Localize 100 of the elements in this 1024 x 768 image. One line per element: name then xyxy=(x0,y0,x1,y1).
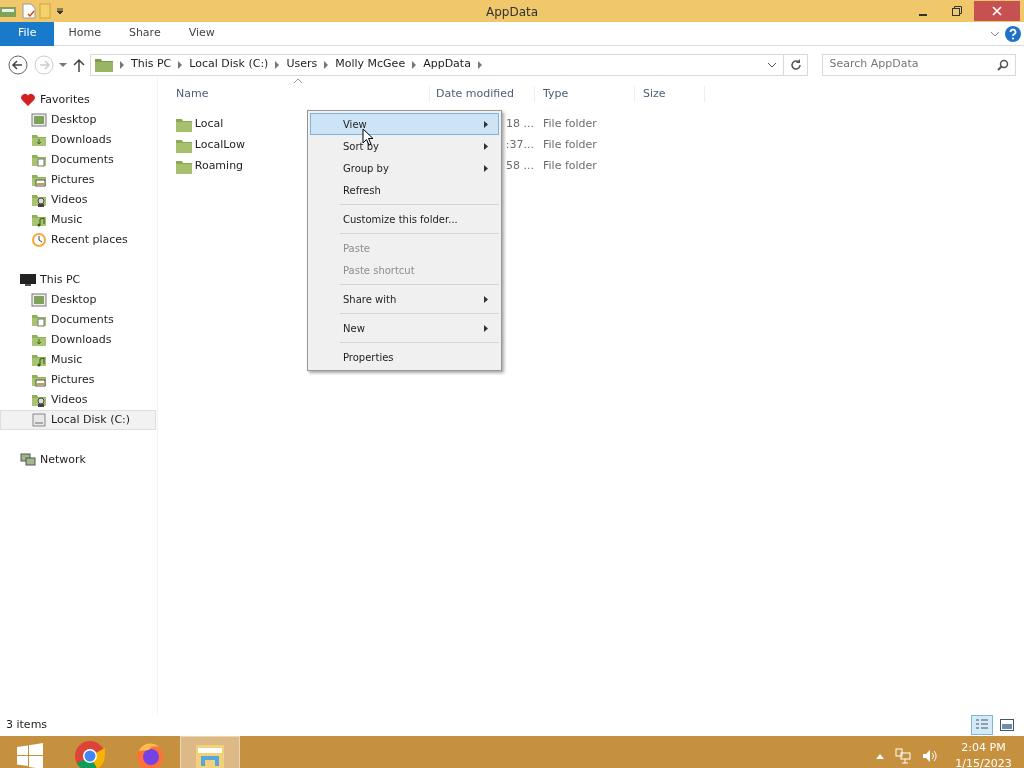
videos-folder-icon xyxy=(31,192,47,208)
nav-item[interactable]: Videos xyxy=(0,390,156,410)
folder-icon xyxy=(176,159,192,174)
firefox-icon xyxy=(135,741,165,768)
breadcrumb-link[interactable]: This PC xyxy=(131,56,172,73)
nav-item[interactable]: Downloads xyxy=(0,330,156,350)
picture-icon xyxy=(1000,719,1014,731)
menu-item[interactable]: Group by xyxy=(310,157,499,179)
nav-item[interactable]: Documents xyxy=(0,150,156,170)
table-cell-text: File folder xyxy=(542,116,598,133)
chevron-icon xyxy=(119,60,125,69)
drive-icon xyxy=(31,412,47,428)
nav-item[interactable]: Pictures xyxy=(0,370,156,390)
column-header[interactable]: Date modified xyxy=(430,85,535,103)
table-cell-text: :37... xyxy=(504,137,535,154)
nav-item[interactable]: This PC xyxy=(0,270,157,290)
nav-item[interactable]: Desktop xyxy=(0,290,156,310)
table-cell-text: 18 ... xyxy=(505,116,535,133)
up-icon[interactable] xyxy=(72,57,85,72)
speaker-icon[interactable] xyxy=(921,748,938,764)
taskbar-button[interactable] xyxy=(180,736,240,768)
network-icon xyxy=(20,452,36,468)
folder-icon xyxy=(176,117,192,132)
menu-item[interactable]: View xyxy=(310,113,499,135)
chevron-icon xyxy=(177,60,184,69)
breadcrumb-link[interactable]: Local Disk (C:) xyxy=(189,56,269,73)
clock-icon xyxy=(31,232,47,248)
nav-item[interactable]: Desktop xyxy=(0,110,156,130)
nav-item[interactable]: Network xyxy=(0,450,157,470)
ribbon-tab[interactable]: Share xyxy=(114,21,175,46)
nav-item[interactable]: Music xyxy=(0,210,156,230)
menu-item[interactable]: Refresh xyxy=(310,179,499,201)
back-icon[interactable] xyxy=(8,54,28,75)
close-icon xyxy=(992,6,1002,16)
chevron-icon xyxy=(323,60,330,69)
nav-item[interactable]: Downloads xyxy=(0,130,156,150)
dropdown-icon[interactable] xyxy=(55,6,65,16)
dropdown-icon[interactable] xyxy=(59,60,67,69)
file-tab[interactable]: File xyxy=(0,21,55,46)
window-title: AppData xyxy=(485,4,539,21)
desktop-icon xyxy=(31,292,47,308)
downloads-folder-icon xyxy=(31,132,47,148)
table-cell-text: File folder xyxy=(542,137,598,154)
folder-icon xyxy=(195,742,225,768)
nav-item[interactable]: Documents xyxy=(0,310,156,330)
help-icon[interactable] xyxy=(1005,25,1022,42)
ribbon-tab[interactable]: Home xyxy=(54,21,115,46)
file-name: LocalLow xyxy=(194,137,245,154)
nav-item[interactable]: Local Disk (C:) xyxy=(0,410,156,430)
breadcrumb-link[interactable]: Molly McGee xyxy=(335,56,406,73)
clock-time: 2:04 PM xyxy=(960,740,1007,756)
sort-icon xyxy=(294,77,302,83)
windows-icon xyxy=(17,743,43,768)
menu-item[interactable]: Share with xyxy=(310,288,499,310)
properties-icon[interactable] xyxy=(21,3,36,19)
ribbon-tab[interactable]: View xyxy=(174,21,229,46)
restore-icon xyxy=(952,6,962,16)
folder-icon xyxy=(95,57,113,72)
videos-folder-icon xyxy=(31,392,47,408)
music-folder-icon xyxy=(31,352,47,368)
clock-date: 1/15/2023 xyxy=(954,756,1013,768)
file-name: Roaming xyxy=(194,158,244,175)
chrome-icon xyxy=(74,740,106,768)
chevron-icon xyxy=(476,60,483,69)
column-header[interactable]: Size xyxy=(635,85,705,103)
downloads-folder-icon xyxy=(31,332,47,348)
chevron-up-icon[interactable] xyxy=(875,753,884,759)
nav-item[interactable]: Music xyxy=(0,350,156,370)
nav-item[interactable]: Pictures xyxy=(0,170,156,190)
nav-item[interactable]: Videos xyxy=(0,190,156,210)
item-count: 3 items xyxy=(6,716,48,733)
documents-folder-icon xyxy=(31,152,47,168)
desktop-icon xyxy=(31,112,47,128)
folder-icon xyxy=(176,138,192,153)
monitor-icon xyxy=(20,272,36,288)
documents-folder-icon xyxy=(31,312,47,328)
list-icon xyxy=(975,718,990,732)
address-bar[interactable]: This PC Local Disk (C:) Users Molly McGee AppData xyxy=(90,53,809,76)
menu-item[interactable]: Properties xyxy=(310,346,499,368)
nav-item[interactable]: Favorites xyxy=(0,90,157,110)
menu-item[interactable]: Customize this folder... xyxy=(310,208,499,230)
pictures-folder-icon xyxy=(31,372,47,388)
chevron-icon xyxy=(411,60,418,69)
music-folder-icon xyxy=(31,212,47,228)
network-icon[interactable] xyxy=(894,748,911,764)
table-cell-text: File folder xyxy=(542,158,598,175)
menu-item[interactable]: New xyxy=(310,317,499,339)
heart-icon xyxy=(20,92,36,108)
breadcrumb-link[interactable]: Users xyxy=(286,56,318,73)
file-name: Local xyxy=(194,116,224,133)
breadcrumb-link[interactable]: AppData xyxy=(423,56,471,73)
search-icon xyxy=(997,58,1009,71)
table-cell-text: 58 ... xyxy=(505,158,535,175)
column-header[interactable]: Name xyxy=(158,85,430,103)
refresh-icon[interactable] xyxy=(789,58,802,71)
minimize-icon xyxy=(919,14,927,16)
search-box[interactable]: Search AppData xyxy=(822,53,1016,76)
menu-item[interactable]: Sort by xyxy=(310,135,499,157)
column-header[interactable]: Type xyxy=(535,85,635,103)
nav-item[interactable]: Recent places xyxy=(0,230,156,250)
